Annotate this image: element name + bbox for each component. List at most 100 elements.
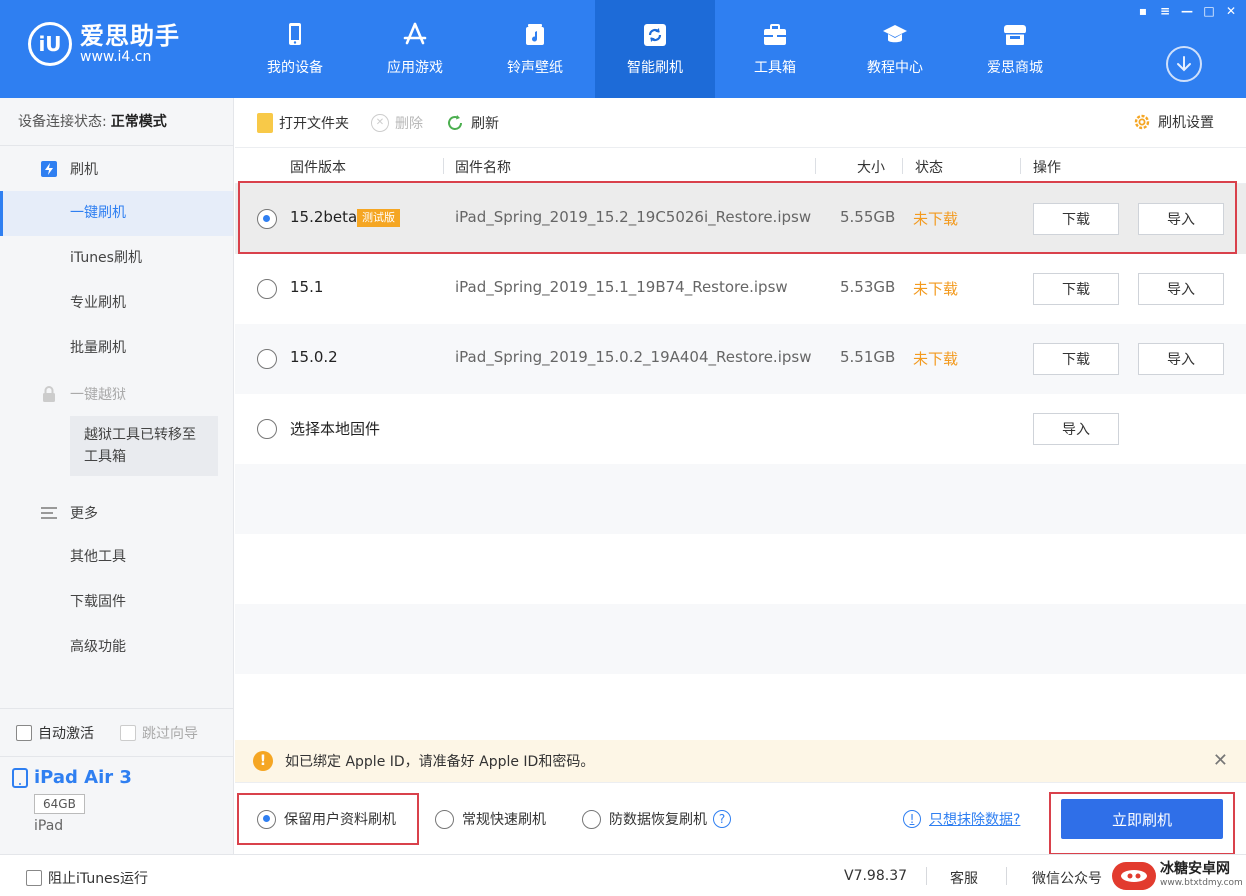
- shirt-icon[interactable]: ▪: [1134, 2, 1152, 20]
- col-size: 大小: [857, 160, 885, 176]
- table-row[interactable]: 15.1 iPad_Spring_2019_15.1_19B74_Restore…: [235, 254, 1246, 324]
- music-icon: [526, 24, 544, 45]
- sidebar-group-flash[interactable]: 刷机: [0, 146, 233, 191]
- nav-apps-games[interactable]: 应用游戏: [355, 0, 475, 98]
- nav-tutorials[interactable]: 教程中心: [835, 0, 955, 98]
- skip-guide-checkbox[interactable]: 跳过向导: [120, 723, 198, 743]
- sidebar-item-download-firmware[interactable]: 下载固件: [0, 580, 233, 625]
- highlight-frame: [238, 181, 1237, 254]
- nav-ringtones[interactable]: 铃声壁纸: [475, 0, 595, 98]
- empty-row: [235, 464, 1246, 534]
- download-button[interactable]: 下载: [1033, 273, 1119, 305]
- download-button[interactable]: 下载: [1033, 343, 1119, 375]
- highlight-frame: [237, 793, 419, 845]
- folder-icon: [257, 112, 273, 133]
- close-icon[interactable]: ✕: [1213, 750, 1228, 771]
- delete-button[interactable]: ✕ 删除: [371, 113, 423, 133]
- auto-activate-checkbox[interactable]: 自动激活: [16, 723, 94, 743]
- option-quick-flash[interactable]: 常规快速刷机: [435, 809, 546, 829]
- nav-toolbox[interactable]: 工具箱: [715, 0, 835, 98]
- refresh-button[interactable]: 刷新: [445, 113, 499, 133]
- local-firmware-label: 选择本地固件: [290, 420, 381, 438]
- sidebar-group-more[interactable]: 更多: [0, 490, 233, 535]
- list-icon: [41, 506, 57, 519]
- sidebar-item-one-click-flash[interactable]: 一键刷机: [0, 191, 233, 236]
- local-firmware-row[interactable]: 选择本地固件 导入: [235, 394, 1246, 464]
- nav-label: 应用游戏: [387, 60, 443, 76]
- firmware-radio[interactable]: [257, 419, 277, 439]
- warning-icon: !: [253, 751, 273, 771]
- empty-row: [235, 534, 1246, 604]
- device-type: iPad: [34, 818, 64, 834]
- divider: [926, 867, 927, 885]
- block-itunes-checkbox[interactable]: 阻止iTunes运行: [26, 868, 148, 888]
- sidebar-group-jailbreak: 一键越狱: [0, 371, 233, 416]
- firmware-radio[interactable]: [257, 279, 277, 299]
- divider: [1006, 867, 1007, 885]
- option-anti-recovery[interactable]: 防数据恢复刷机 ?: [582, 809, 731, 829]
- flash-settings-button[interactable]: 刷机设置: [1132, 112, 1214, 132]
- logo-url: www.i4.cn: [80, 49, 152, 65]
- device-name-text: iPad Air 3: [34, 767, 132, 788]
- nav-store[interactable]: 爱思商城: [955, 0, 1075, 98]
- main-nav: 我的设备 应用游戏 铃声壁纸 智能刷机 工具箱 教程中心 爱思商城: [235, 0, 1075, 98]
- nav-label: 智能刷机: [627, 60, 683, 76]
- sidebar-item-itunes-flash[interactable]: iTunes刷机: [0, 236, 233, 281]
- firmware-name: iPad_Spring_2019_15.1_19B74_Restore.ipsw: [455, 278, 788, 296]
- device-name: iPad Air 3: [12, 767, 222, 788]
- import-local-button[interactable]: 导入: [1033, 413, 1119, 445]
- sidebar-item-other-tools[interactable]: 其他工具: [0, 535, 233, 580]
- main-panel: 打开文件夹 ✕ 删除 刷新 刷机设置 固件版本 固件名称 大小 状态 操作 15…: [235, 98, 1246, 855]
- device-card[interactable]: iPad Air 3 64GB iPad: [0, 756, 234, 854]
- watermark-url: www.btxtdmy.com: [1160, 878, 1243, 888]
- import-button[interactable]: 导入: [1138, 343, 1224, 375]
- nav-label: 教程中心: [867, 60, 923, 76]
- firmware-status: 未下载: [913, 350, 959, 368]
- col-divider: [815, 158, 816, 174]
- maximize-icon[interactable]: □: [1200, 2, 1218, 20]
- refresh-icon: [644, 24, 666, 46]
- customer-service-link[interactable]: 客服: [950, 868, 978, 888]
- col-divider: [443, 158, 444, 174]
- firmware-radio[interactable]: [257, 349, 277, 369]
- minimize-icon[interactable]: —: [1178, 2, 1196, 20]
- col-status: 状态: [915, 160, 943, 176]
- info-icon: !: [903, 810, 921, 828]
- sidebar-options: 自动激活 跳过向导: [0, 708, 234, 756]
- app-logo: iU 爱思助手 www.i4.cn: [28, 22, 180, 66]
- nav-label: 爱思商城: [987, 60, 1043, 76]
- menu-icon[interactable]: ≡: [1156, 2, 1174, 20]
- wechat-account-link[interactable]: 微信公众号: [1032, 868, 1102, 888]
- status-bar: 阻止iTunes运行 V7.98.37 客服 微信公众号 冰糖安卓网 www.b…: [0, 854, 1246, 896]
- close-icon[interactable]: ✕: [1222, 2, 1240, 20]
- checkbox-box: [16, 724, 32, 741]
- checkbox-box: [120, 724, 136, 741]
- toolbar: 打开文件夹 ✕ 删除 刷新 刷机设置: [235, 98, 1246, 148]
- sidebar-item-batch-flash[interactable]: 批量刷机: [0, 326, 233, 371]
- download-manager-icon[interactable]: [1166, 46, 1202, 82]
- auto-activate-label: 自动激活: [38, 725, 94, 742]
- watermark-logo-icon: [1112, 862, 1156, 890]
- nav-smart-flash[interactable]: 智能刷机: [595, 0, 715, 98]
- sidebar-item-pro-flash[interactable]: 专业刷机: [0, 281, 233, 326]
- app-version: V7.98.37: [844, 868, 908, 884]
- connection-status-value: 正常模式: [110, 114, 167, 130]
- gear-icon: [1134, 114, 1150, 130]
- nav-my-device[interactable]: 我的设备: [235, 0, 355, 98]
- erase-only-link[interactable]: ! 只想抹除数据?: [903, 809, 1020, 829]
- firmware-size: 5.53GB: [840, 278, 896, 296]
- watermark-title: 冰糖安卓网: [1160, 861, 1230, 877]
- import-button[interactable]: 导入: [1138, 273, 1224, 305]
- refresh-label: 刷新: [471, 115, 499, 132]
- radio-button: [582, 809, 601, 829]
- table-row[interactable]: 15.0.2 iPad_Spring_2019_15.0.2_19A404_Re…: [235, 324, 1246, 394]
- store-icon: [1004, 25, 1026, 45]
- help-icon[interactable]: ?: [713, 810, 731, 828]
- graduation-cap-icon: [883, 25, 907, 43]
- logo-mark-icon: iU: [28, 22, 72, 66]
- col-name: 固件名称: [455, 160, 511, 176]
- toolbox-icon: [764, 24, 786, 45]
- sidebar-group-label: 更多: [70, 505, 98, 522]
- sidebar-item-advanced[interactable]: 高级功能: [0, 625, 233, 670]
- open-folder-button[interactable]: 打开文件夹: [257, 112, 349, 133]
